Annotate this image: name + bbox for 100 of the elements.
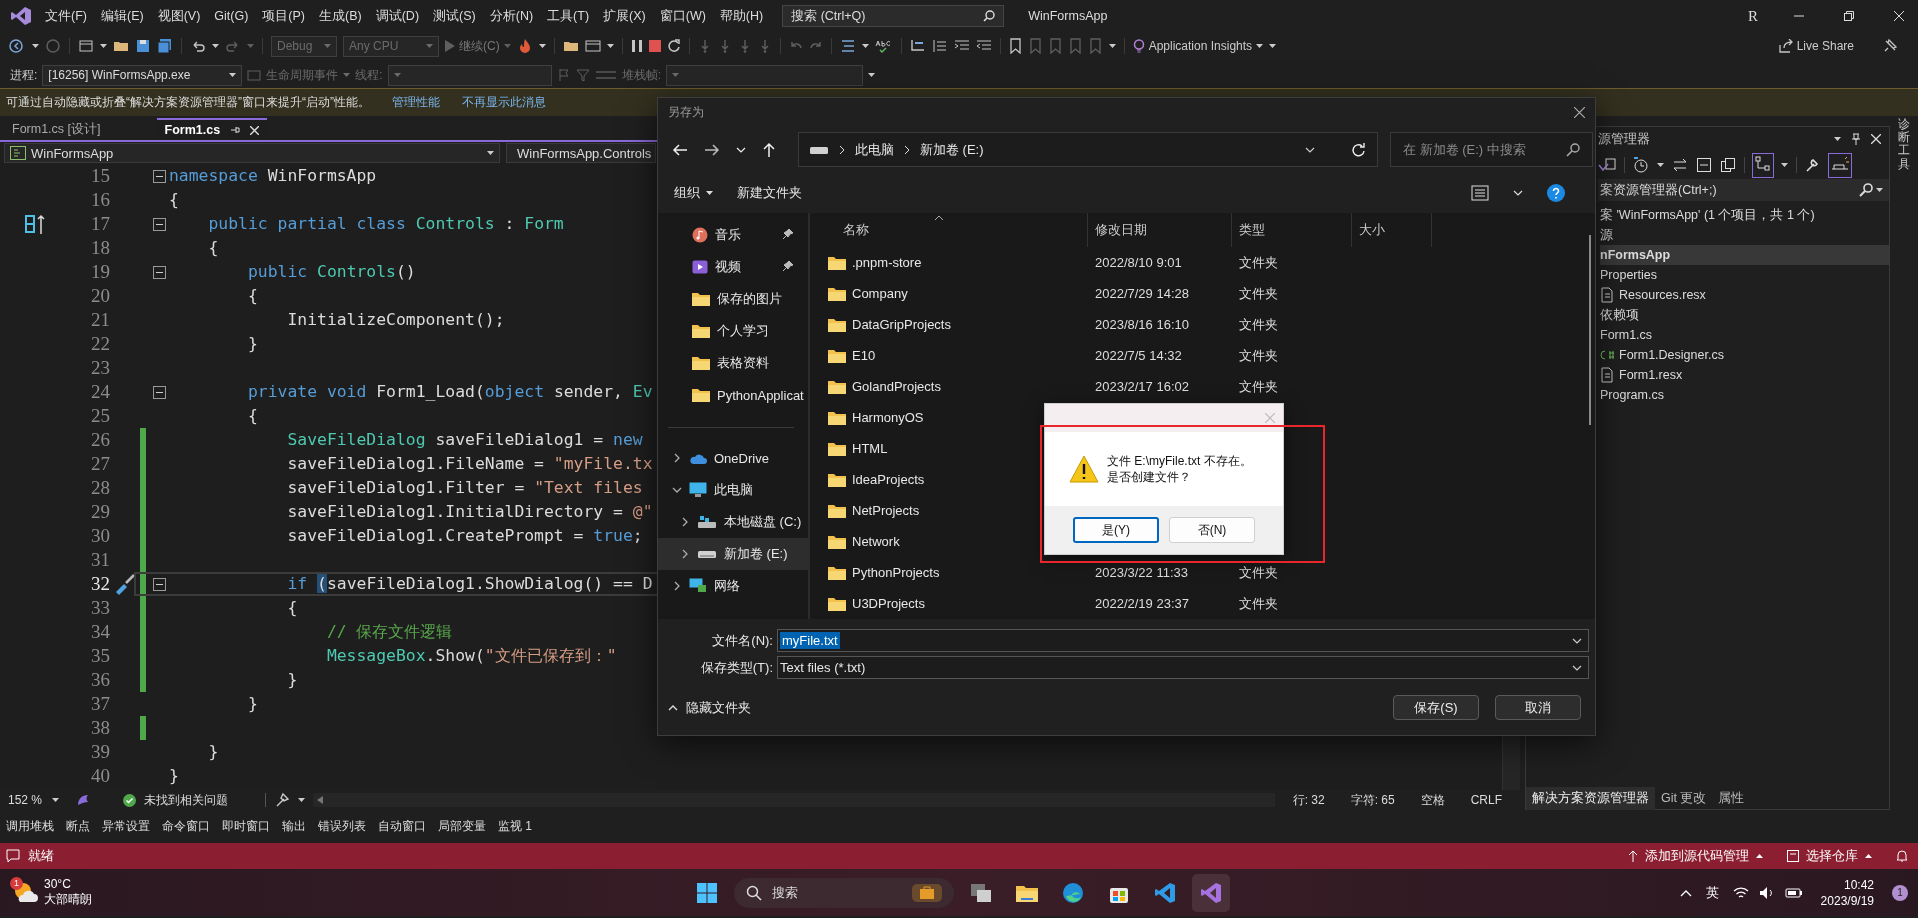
pause-icon[interactable] <box>630 40 643 52</box>
clock-date[interactable]: 2023/9/19 <box>1820 892 1874 909</box>
tree-item[interactable]: Program.cs <box>1600 385 1889 405</box>
info-link[interactable]: 管理性能 <box>392 94 440 111</box>
sync-icon[interactable] <box>1672 157 1688 173</box>
type-dropdown[interactable]: WinFormsApp.Controls <box>506 143 656 163</box>
caret-icon[interactable] <box>32 44 39 48</box>
view-options-icon[interactable] <box>1471 185 1489 201</box>
share-icon[interactable] <box>1778 39 1793 53</box>
tool-window-tab[interactable]: 错误列表 <box>318 818 366 835</box>
project-dropdown[interactable]: WinFormsApp <box>4 143 500 163</box>
history-icon[interactable] <box>1633 157 1649 173</box>
notification-badge[interactable]: 1 <box>1892 884 1908 901</box>
collapse-icon[interactable] <box>153 217 166 231</box>
dialog-button[interactable]: 取消 <box>1495 695 1581 720</box>
panel-tab[interactable]: 属性 <box>1712 787 1751 810</box>
nav-item[interactable]: 视频 <box>658 251 808 283</box>
pin-icon[interactable] <box>1851 133 1861 145</box>
tool-window-tab[interactable]: 断点 <box>66 818 90 835</box>
caret-icon[interactable] <box>212 44 219 48</box>
chevron-right-icon[interactable] <box>672 581 682 591</box>
previous-bookmark-icon[interactable] <box>1028 38 1043 54</box>
chevron-down-icon[interactable] <box>1572 637 1582 644</box>
menu-item[interactable]: 调试(D) <box>368 7 427 25</box>
visual-studio-logo-icon[interactable] <box>10 6 32 26</box>
file-type-dropdown[interactable]: Text files (*.txt) <box>777 656 1589 679</box>
input-method[interactable]: 英 <box>1705 883 1719 902</box>
nav-item[interactable]: 表格资料 <box>658 347 808 379</box>
tool-window-tab[interactable]: 异常设置 <box>102 818 150 835</box>
thread-icon[interactable] <box>839 38 856 54</box>
caret-icon[interactable] <box>861 44 869 48</box>
hide-folders-button[interactable]: 隐藏文件夹 <box>668 698 751 717</box>
spell-check-icon[interactable] <box>874 38 893 54</box>
tool-window-tab[interactable]: 输出 <box>282 818 306 835</box>
alert-button[interactable]: 是(Y) <box>1073 517 1159 543</box>
volume-icon[interactable] <box>1758 885 1775 900</box>
side-tab[interactable]: 诊断工具 <box>1898 118 1910 810</box>
tree-item[interactable]: 案 'WinFormsApp' (1 个项目，共 1 个) <box>1600 205 1889 225</box>
tree-item[interactable]: Properties <box>1600 265 1889 285</box>
caret-icon[interactable] <box>538 44 546 48</box>
application-insights-button[interactable]: Application Insights <box>1132 39 1264 53</box>
nav-item[interactable]: 新加卷 (E:) <box>658 538 808 570</box>
nav-item[interactable]: 音乐 <box>658 219 808 251</box>
menu-item[interactable]: Git(G) <box>207 9 256 23</box>
caret-icon[interactable] <box>1834 137 1841 141</box>
caret-icon[interactable] <box>229 73 237 77</box>
preview-toggle[interactable] <box>1829 153 1851 177</box>
collapse-icon[interactable] <box>153 265 166 279</box>
tool-window-tab[interactable]: 命令窗口 <box>162 818 210 835</box>
caret-icon[interactable] <box>52 798 60 802</box>
nav-item[interactable]: PythonApplicat <box>658 379 808 411</box>
chevron-down-icon[interactable] <box>672 485 682 495</box>
collapse-icon[interactable] <box>153 385 166 399</box>
restart-icon[interactable] <box>666 39 681 53</box>
uncomment-icon[interactable] <box>931 38 948 54</box>
chevron-right-icon[interactable] <box>680 517 690 527</box>
clock-time[interactable]: 10:42 <box>1820 876 1874 893</box>
column-header[interactable]: 类型 <box>1232 213 1352 247</box>
pin-icon[interactable] <box>782 260 794 272</box>
tree-view-toggle[interactable] <box>1753 153 1773 177</box>
comment-icon[interactable] <box>909 38 926 54</box>
tree-item[interactable]: Form1.resx <box>1600 365 1889 385</box>
wifi-icon[interactable] <box>1732 885 1749 900</box>
search-field[interactable]: 在 新加卷 (E:) 中搜索 <box>1390 132 1593 167</box>
new-folder-button[interactable]: 新建文件夹 <box>737 184 802 202</box>
menu-item[interactable]: 工具(T) <box>540 7 597 25</box>
scrollbar[interactable] <box>1589 235 1591 425</box>
menu-item[interactable]: 项目(P) <box>255 7 312 25</box>
chevron-right-icon[interactable] <box>680 549 690 559</box>
tool-window-tab[interactable]: 局部变量 <box>438 818 486 835</box>
source-control-button[interactable]: 添加到源代码管理 <box>1628 847 1763 865</box>
column-header[interactable]: 大小 <box>1352 213 1432 247</box>
tool-window-tab[interactable]: 监视 1 <box>498 818 532 835</box>
search-field[interactable]: 搜索 <box>734 877 954 908</box>
nav-item[interactable]: 保存的图片 <box>658 283 808 315</box>
caret-icon[interactable] <box>868 73 876 77</box>
collapse-icon[interactable] <box>153 169 166 183</box>
chevron-down-icon[interactable] <box>1513 190 1523 196</box>
pin-icon[interactable] <box>230 125 241 135</box>
back-icon[interactable] <box>8 38 26 54</box>
collapse-icon[interactable] <box>153 577 166 591</box>
process-dropdown[interactable]: [16256] WinFormsApp.exe <box>42 64 243 86</box>
switch-views-icon[interactable] <box>1598 157 1616 173</box>
close-icon[interactable] <box>1574 106 1585 118</box>
breadcrumb[interactable]: 新加卷 (E:) <box>920 140 984 159</box>
search-icon[interactable] <box>983 10 996 22</box>
tool-window-tab[interactable]: 调用堆栈 <box>6 818 54 835</box>
menu-item[interactable]: 测试(S) <box>426 7 483 25</box>
tree-item[interactable]: Form1.cs <box>1600 325 1889 345</box>
bell-icon[interactable] <box>1896 849 1908 863</box>
copy-icon[interactable] <box>1720 157 1736 173</box>
info-link[interactable]: 不再显示此消息 <box>462 94 546 111</box>
menu-item[interactable]: 编辑(E) <box>93 7 151 25</box>
save-all-icon[interactable] <box>157 38 173 54</box>
caret-icon[interactable] <box>1108 44 1116 48</box>
live-share-button[interactable]: Live Share <box>1778 39 1854 53</box>
pin-icon[interactable] <box>782 228 794 240</box>
search-field[interactable]: 案资源管理器(Ctrl+;) <box>1598 179 1889 201</box>
nav-item[interactable]: 本地磁盘 (C:) <box>658 506 808 538</box>
menu-item[interactable]: 视图(V) <box>150 7 208 25</box>
